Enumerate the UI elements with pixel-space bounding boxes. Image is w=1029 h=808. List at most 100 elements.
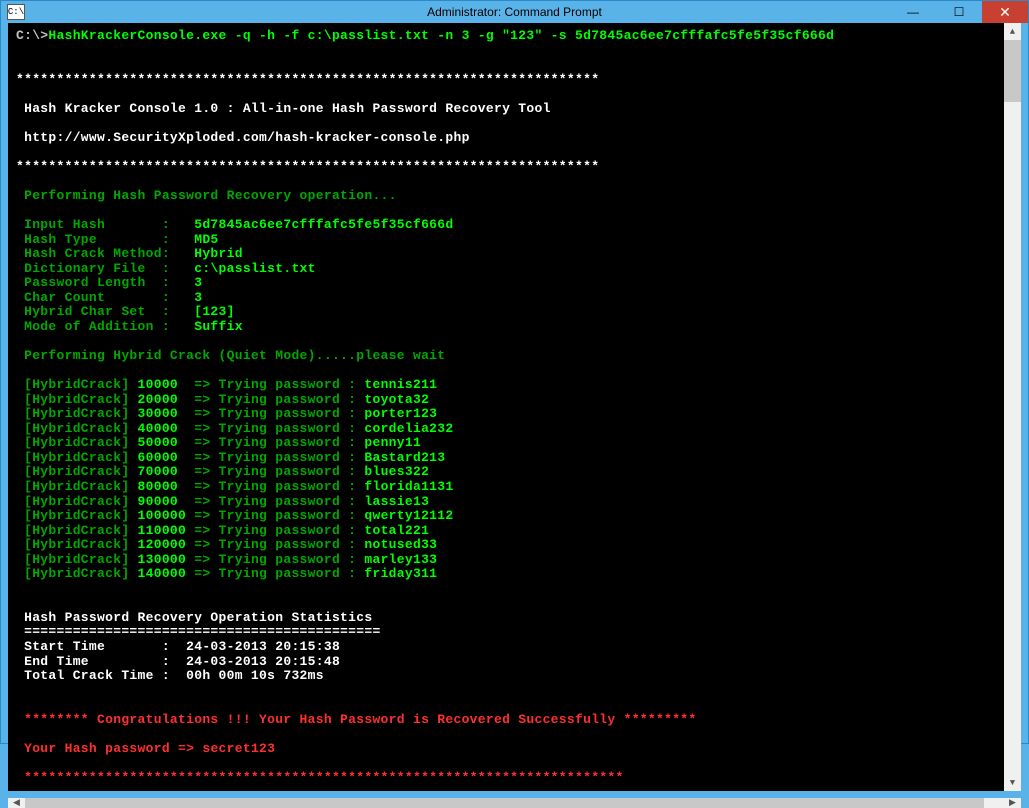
- console-line: End Time : 24-03-2013 20:15:48: [16, 655, 996, 670]
- console-line: Performing Hash Password Recovery operat…: [16, 189, 996, 204]
- console-text: [123]: [194, 304, 235, 319]
- console-text: Input Hash :: [16, 217, 194, 232]
- console-text: [HybridCrack]: [16, 392, 138, 407]
- console-text: [16, 755, 24, 770]
- console-text: [16, 86, 24, 101]
- scroll-right-icon[interactable]: ▶: [1004, 798, 1021, 808]
- close-button[interactable]: ✕: [982, 1, 1028, 23]
- app-icon: C:\: [7, 4, 25, 20]
- console-line: [16, 174, 996, 189]
- console-line: Hash Password Recovery Operation Statist…: [16, 611, 996, 626]
- console-text: Dictionary File :: [16, 261, 194, 276]
- hscroll-thumb[interactable]: [25, 798, 984, 808]
- console-text: cordelia232: [364, 421, 453, 436]
- vscroll-thumb[interactable]: [1004, 40, 1021, 102]
- console-text: ******** Congratulations !!! Your Hash P…: [16, 712, 697, 727]
- console-text: => Trying password :: [186, 435, 364, 450]
- console-text: Bastard213: [364, 450, 445, 465]
- console-text: Password Length :: [16, 275, 194, 290]
- console-text: Char Count :: [16, 290, 194, 305]
- console-line: Performing Hybrid Crack (Quiet Mode)....…: [16, 349, 996, 364]
- console-line: Start Time : 24-03-2013 20:15:38: [16, 640, 996, 655]
- maximize-button[interactable]: ☐: [936, 1, 982, 23]
- vscroll-track[interactable]: [1004, 40, 1021, 774]
- vertical-scrollbar[interactable]: ▲ ▼: [1004, 23, 1021, 791]
- console-text: Hash Password Recovery Operation Statist…: [16, 610, 372, 625]
- scroll-left-icon[interactable]: ◀: [8, 798, 25, 808]
- console-text: HashKrackerConsole.exe -q -h -f c:\passl…: [48, 28, 834, 43]
- console-text: Hash Crack Method:: [16, 246, 194, 261]
- console-text: [16, 683, 24, 698]
- console-text: => Trying password :: [186, 406, 364, 421]
- command-prompt-window: C:\ Administrator: Command Prompt — ☐ ✕ …: [0, 0, 1029, 744]
- console-text: lassie13: [364, 494, 429, 509]
- minimize-button[interactable]: —: [890, 1, 936, 23]
- content-area: C:\>HashKrackerConsole.exe -q -h -f c:\p…: [8, 23, 1021, 791]
- console-line: [16, 727, 996, 742]
- console-line: [16, 334, 996, 349]
- console-text: 60000: [138, 450, 187, 465]
- console-text: 3: [194, 275, 202, 290]
- console-line: Hash Type : MD5: [16, 233, 996, 248]
- console-text: c:\passlist.txt: [194, 261, 316, 276]
- console-text: penny11: [364, 435, 421, 450]
- console-line: [HybridCrack] 140000 => Trying password …: [16, 567, 996, 582]
- console-line: [16, 582, 996, 597]
- console-line: [16, 684, 996, 699]
- console-line: [HybridCrack] 90000 => Trying password :…: [16, 495, 996, 510]
- console-line: [16, 116, 996, 131]
- console-line: Password Length : 3: [16, 276, 996, 291]
- console-line: [16, 58, 996, 73]
- console-text: [HybridCrack]: [16, 421, 138, 436]
- console-text: => Trying password :: [186, 392, 364, 407]
- titlebar[interactable]: C:\ Administrator: Command Prompt — ☐ ✕: [1, 1, 1028, 23]
- console-text: [16, 581, 24, 596]
- console-text: [16, 333, 24, 348]
- window-controls: — ☐ ✕: [890, 1, 1028, 23]
- console-line: [16, 44, 996, 59]
- console-output[interactable]: C:\>HashKrackerConsole.exe -q -h -f c:\p…: [8, 23, 1004, 791]
- console-line: [HybridCrack] 50000 => Trying password :…: [16, 436, 996, 451]
- console-text: => Trying password :: [186, 537, 364, 552]
- console-text: [16, 726, 24, 741]
- console-text: secret123: [202, 741, 275, 756]
- console-text: Hash Type :: [16, 232, 194, 247]
- console-text: [HybridCrack]: [16, 508, 138, 523]
- console-text: 20000: [138, 392, 187, 407]
- console-text: [HybridCrack]: [16, 406, 138, 421]
- scroll-up-icon[interactable]: ▲: [1004, 23, 1021, 40]
- console-text: [16, 363, 24, 378]
- scroll-down-icon[interactable]: ▼: [1004, 774, 1021, 791]
- console-text: => Trying password :: [186, 552, 364, 567]
- console-text: 40000: [138, 421, 187, 436]
- console-text: 70000: [138, 464, 187, 479]
- console-text: [16, 595, 24, 610]
- console-text: => Trying password :: [186, 494, 364, 509]
- console-text: 140000: [138, 566, 187, 581]
- console-text: Your Hash password =>: [16, 741, 202, 756]
- console-line: [HybridCrack] 10000 => Trying password :…: [16, 378, 996, 393]
- console-line: ******** Congratulations !!! Your Hash P…: [16, 713, 996, 728]
- console-line: [HybridCrack] 20000 => Trying password :…: [16, 393, 996, 408]
- console-line: Hash Kracker Console 1.0 : All-in-one Ha…: [16, 102, 996, 117]
- console-text: 5d7845ac6ee7cfffafc5fe5f35cf666d: [194, 217, 453, 232]
- console-line: [HybridCrack] 70000 => Trying password :…: [16, 465, 996, 480]
- console-text: => Trying password :: [186, 508, 364, 523]
- console-line: ****************************************…: [16, 73, 996, 88]
- console-line: ****************************************…: [16, 160, 996, 175]
- console-text: => Trying password :: [186, 450, 364, 465]
- console-line: [HybridCrack] 110000 => Trying password …: [16, 524, 996, 539]
- console-text: [HybridCrack]: [16, 377, 138, 392]
- console-text: 100000: [138, 508, 187, 523]
- horizontal-scrollbar[interactable]: ◀ ▶: [8, 798, 1021, 808]
- console-text: [16, 697, 24, 712]
- console-text: blues322: [364, 464, 429, 479]
- console-text: [16, 115, 24, 130]
- console-text: [HybridCrack]: [16, 464, 138, 479]
- console-line: [16, 145, 996, 160]
- console-line: [16, 596, 996, 611]
- console-text: 80000: [138, 479, 187, 494]
- hscroll-track[interactable]: [25, 798, 1004, 808]
- window-title: Administrator: Command Prompt: [1, 5, 1028, 19]
- console-text: Suffix: [194, 319, 243, 334]
